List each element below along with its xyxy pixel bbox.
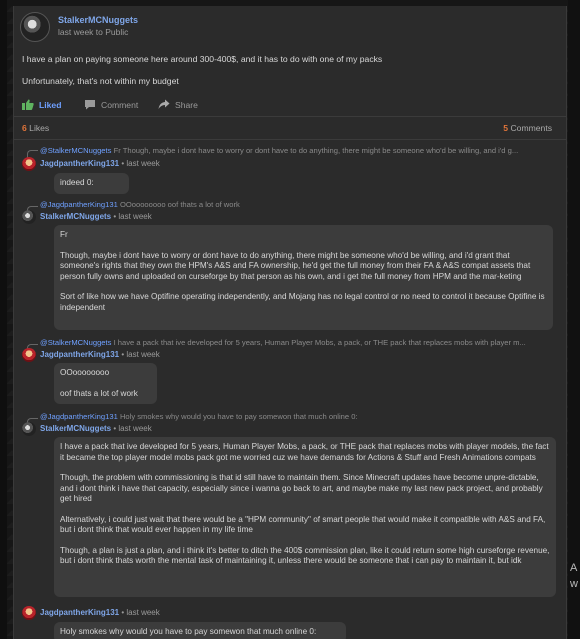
share-label: Share [175, 99, 198, 110]
like-label: Liked [39, 99, 62, 110]
comment-time: • last week [113, 424, 152, 433]
reply-reference[interactable]: @StalkerMCNuggets Fr Though, maybe i don… [40, 146, 560, 157]
post-card: StalkerMCNuggets last week to Public I h… [13, 6, 567, 639]
comment-text: Though, the problem with commissioning i… [60, 473, 543, 503]
right-edge [568, 0, 580, 639]
comment-text: Alternatively, i could just wait that th… [60, 514, 546, 535]
comment-text: Sort of like how we have Optifine operat… [60, 292, 545, 312]
comment-icon [85, 100, 95, 110]
comment-time: • last week [121, 608, 160, 617]
reply-reference[interactable]: @JagdpantherKing131 OOoooooooo oof thats… [40, 200, 560, 211]
comment-text: I have a pack that ive developed for 5 y… [60, 442, 549, 462]
side-letters: Aw [570, 562, 578, 590]
author-avatar[interactable] [20, 12, 50, 42]
share-icon [158, 99, 170, 109]
comment-author[interactable]: JagdpantherKing131 • last week [40, 350, 160, 359]
comment-text: Holy smokes why would you have to pay so… [60, 627, 317, 636]
comment-bubble: indeed 0: [54, 173, 129, 194]
post-time[interactable]: last week to Public [58, 27, 128, 37]
avatar[interactable] [22, 157, 36, 171]
avatar[interactable] [22, 210, 36, 224]
left-strip [0, 0, 7, 639]
comment-time: • last week [113, 212, 152, 221]
avatar[interactable] [22, 606, 36, 620]
comment-author[interactable]: StalkerMCNuggets • last week [40, 212, 152, 221]
comments-count[interactable]: 5 Comments [503, 123, 552, 133]
avatar[interactable] [22, 422, 36, 436]
comment-text: oof thats a lot of work [60, 388, 138, 398]
comment-text: OOoooooooo [60, 368, 110, 377]
comment-bubble: Holy smokes why would you have to pay so… [54, 622, 346, 639]
comment-label: Comment [101, 99, 139, 110]
comment-bubble: Fr Though, maybe i dont have to worry or… [54, 225, 553, 330]
comment-time: • last week [121, 159, 160, 168]
post-paragraph: Unfortunately, that's not within my budg… [22, 76, 179, 86]
comment-author[interactable]: StalkerMCNuggets • last week [40, 424, 152, 433]
post-actions: Liked Comment Share [22, 97, 552, 113]
post-author[interactable]: StalkerMCNuggets [58, 15, 138, 25]
comment-time: • last week [121, 350, 160, 359]
comment-bubble: OOoooooooo oof thats a lot of work [54, 363, 157, 404]
share-button[interactable]: Share [158, 99, 198, 110]
comment-text: indeed 0: [60, 178, 94, 187]
post-paragraph: I have a plan on paying someone here aro… [22, 54, 383, 64]
avatar[interactable] [22, 348, 36, 362]
comment-bubble: I have a pack that ive developed for 5 y… [54, 437, 556, 597]
comment-text: Though, maybe i dont have to worry or do… [60, 250, 531, 281]
comment-text: Though, a plan is just a plan, and i thi… [60, 545, 550, 566]
comment-button[interactable]: Comment [84, 99, 138, 110]
reply-reference[interactable]: @JagdpantherKing131 Holy smokes why woul… [40, 412, 560, 423]
like-button[interactable]: Liked [22, 99, 61, 110]
comment-author[interactable]: JagdpantherKing131 • last week [40, 159, 160, 168]
likes-count[interactable]: 6 Likes [22, 123, 49, 133]
post-stats: 6 Likes 5 Comments [14, 116, 566, 140]
reply-reference[interactable]: @StalkerMCNuggets I have a pack that ive… [40, 338, 560, 349]
thumbs-up-icon [22, 99, 34, 110]
comment-author[interactable]: JagdpantherKing131 • last week [40, 608, 160, 617]
post-body: I have a plan on paying someone here aro… [22, 54, 552, 98]
comment-text: Fr [60, 230, 68, 239]
